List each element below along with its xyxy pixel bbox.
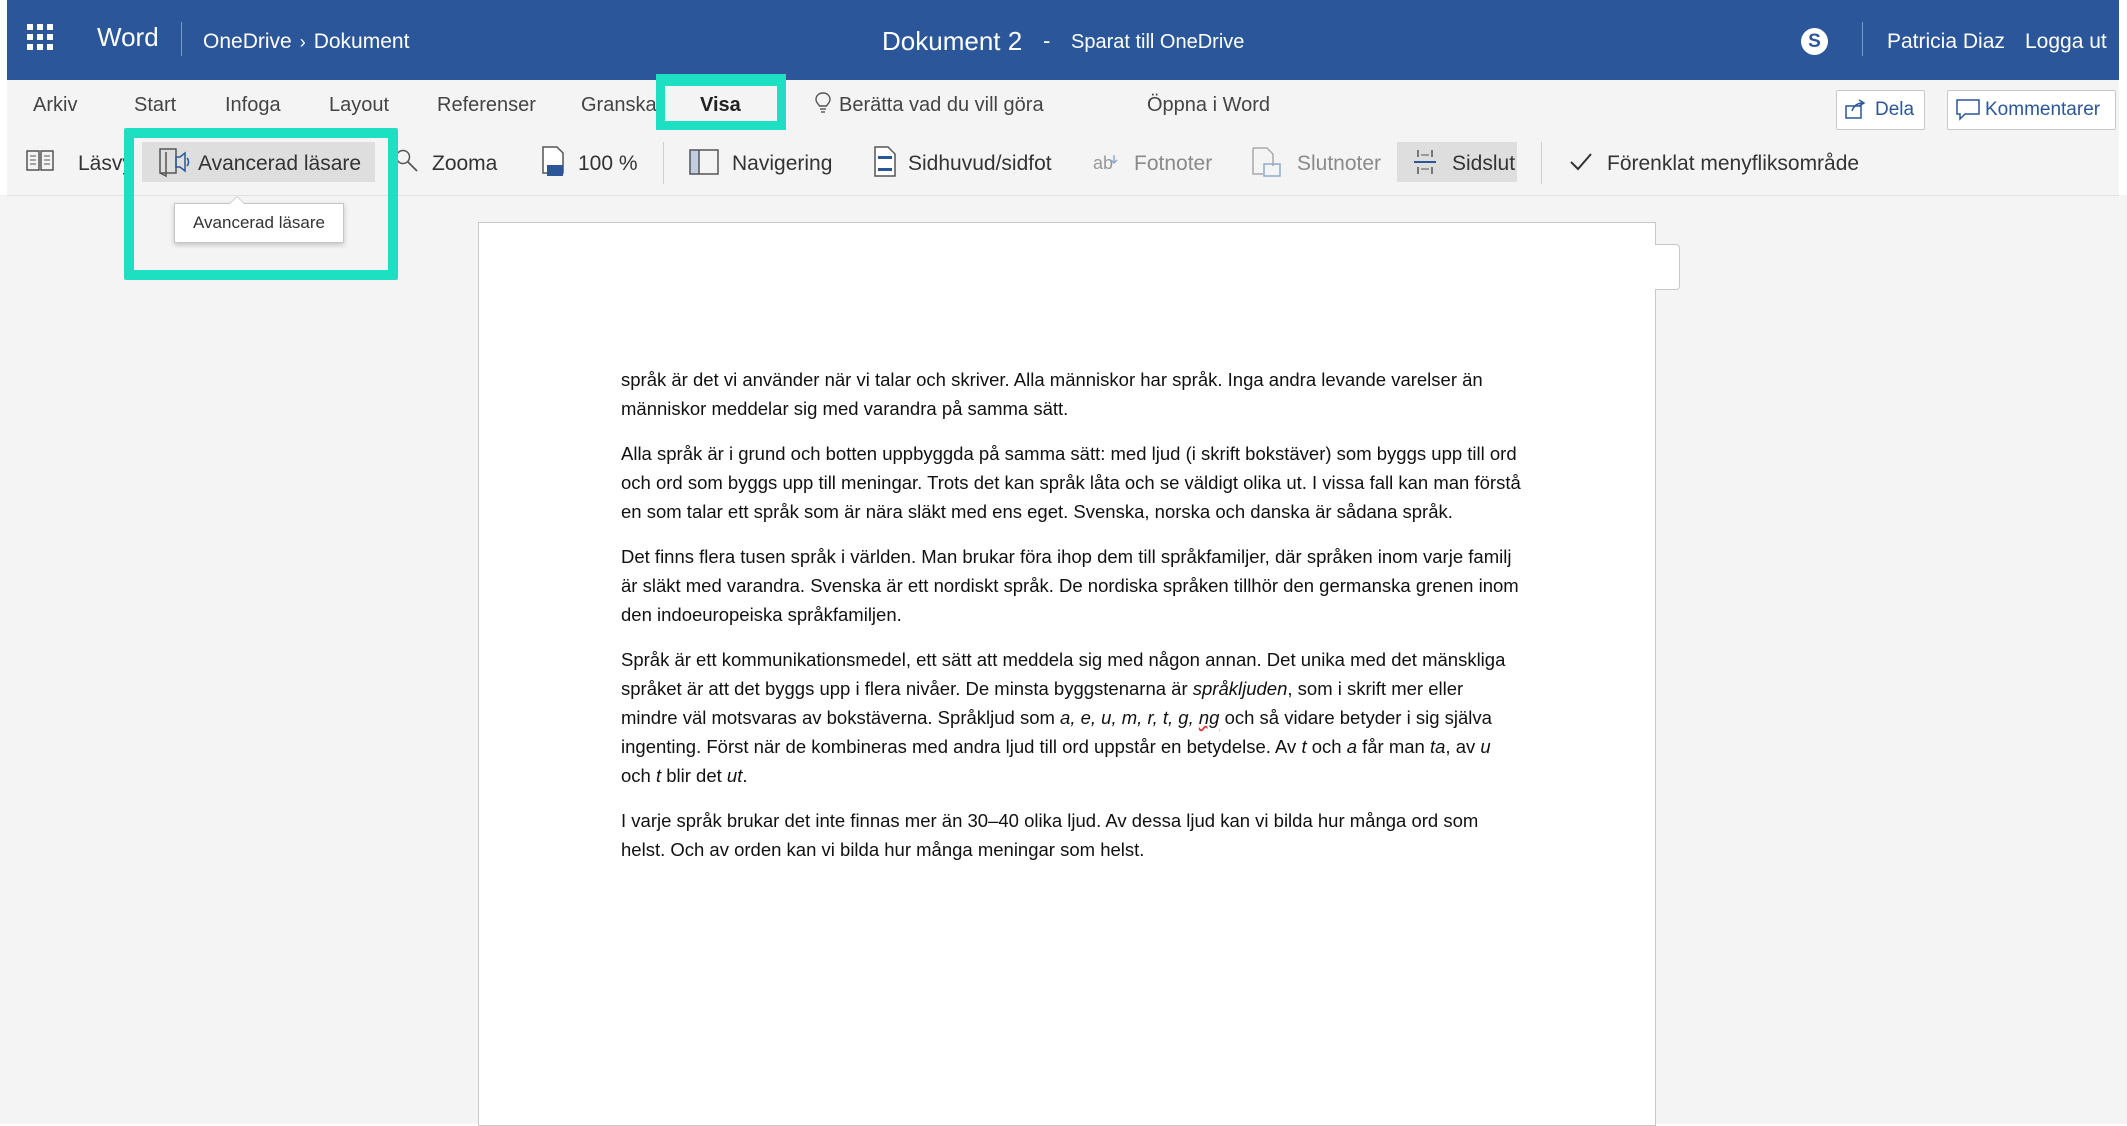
logout-link[interactable]: Logga ut [2025, 30, 2107, 54]
app-launcher-icon[interactable] [27, 24, 55, 52]
tab-granska[interactable]: Granska [581, 94, 657, 117]
italic-term: ta [1429, 736, 1446, 757]
italic-term: u [1480, 736, 1491, 757]
document-body[interactable]: språk är det vi använder när vi talar oc… [621, 365, 1521, 880]
endnote-icon [1252, 147, 1281, 177]
zoom-button[interactable]: Zooma [390, 142, 510, 182]
footnotes-label: Fotnoter [1134, 152, 1213, 175]
italic-term: a [1346, 736, 1357, 757]
italic-term: språkljuden [1192, 678, 1288, 699]
paragraph: Språk är ett kommunikationsmedel, ett sä… [621, 645, 1521, 790]
highlight-visa-tab [656, 74, 786, 130]
simplified-ribbon-toggle[interactable]: Förenklat menyfliksområde [1559, 142, 1879, 182]
italic-term: a, e, u, m, r, t, g, [1060, 707, 1199, 728]
text-run: , av [1445, 736, 1481, 757]
zoom-label: Zooma [432, 152, 498, 175]
comment-icon [1956, 99, 1980, 121]
paragraph: Alla språk är i grund och botten uppbygg… [621, 443, 1521, 522]
save-status: Sparat till OneDrive [1071, 31, 1245, 53]
endnotes-label: Slutnoter [1297, 152, 1382, 175]
page-100-icon [542, 146, 564, 176]
comments-label: Kommentarer [1985, 99, 2101, 120]
header-footer-label: Sidhuvud/sidfot [908, 152, 1052, 175]
header-footer-icon [874, 146, 896, 177]
magnifier-icon [395, 149, 418, 172]
tab-arkiv[interactable]: Arkiv [33, 94, 77, 117]
user-name[interactable]: Patricia Diaz [1887, 30, 2005, 54]
text-run: och [1306, 736, 1347, 757]
tab-referenser[interactable]: Referenser [437, 94, 536, 117]
divider [181, 22, 182, 56]
document-title[interactable]: Dokument 2 [882, 26, 1022, 57]
italic-term: ut [726, 765, 743, 786]
app-name[interactable]: Word [97, 22, 159, 53]
checkmark-icon [1570, 153, 1592, 171]
page-edge-tab [1655, 244, 1680, 290]
reading-view-button[interactable]: Läsvy [20, 142, 133, 182]
book-icon [26, 150, 54, 171]
share-button[interactable]: Dela [1836, 90, 1925, 130]
menu-tabs: Arkiv Start Infoga Layout Referenser Gra… [7, 80, 2119, 130]
paragraph: språk är det vi använder när vi talar oc… [621, 369, 1483, 419]
tab-start[interactable]: Start [134, 94, 176, 117]
tab-layout[interactable]: Layout [329, 94, 389, 117]
header-footer-button[interactable]: Sidhuvud/sidfot [865, 142, 1075, 182]
lightbulb-icon [815, 92, 831, 113]
ribbon-divider [663, 142, 664, 184]
divider [1862, 22, 1863, 56]
tell-me-search[interactable]: Berätta vad du vill göra [839, 94, 1044, 117]
zoom-100-label: 100 % [578, 152, 638, 175]
navigation-label: Navigering [732, 152, 833, 175]
simplified-ribbon-label: Förenklat menyfliksområde [1607, 152, 1860, 175]
ribbon-divider [1541, 142, 1542, 184]
text-run: och [621, 765, 656, 786]
tab-infoga[interactable]: Infoga [225, 94, 281, 117]
open-in-word-link[interactable]: Öppna i Word [1147, 94, 1270, 117]
title-bar: Word OneDrive › Dokument Dokument 2 - Spar… [7, 0, 2119, 80]
chevron-right-icon: › [299, 32, 306, 52]
text-run: får man [1356, 736, 1430, 757]
highlight-immersive-reader [124, 128, 398, 280]
paragraph: Det finns flera tusen språk i världen. M… [621, 546, 1519, 625]
navigation-pane-icon [689, 149, 719, 175]
breadcrumb: OneDrive › Dokument [203, 30, 409, 54]
zoom-100-button[interactable]: 100 % [535, 142, 655, 182]
breadcrumb-dokument[interactable]: Dokument [314, 30, 410, 54]
footnotes-button[interactable]: ab Fotnoter [1087, 142, 1232, 182]
page-break-button[interactable]: Sidslut [1397, 142, 1517, 182]
share-label: Dela [1875, 99, 1915, 120]
comments-button[interactable]: Kommentarer [1947, 90, 2116, 130]
page-break-label: Sidslut [1452, 152, 1516, 175]
share-icon [1845, 99, 1866, 119]
text-run: . [742, 765, 748, 786]
title-separator: - [1043, 28, 1051, 53]
spelling-flagged-word: ng [1198, 707, 1220, 728]
navigation-button[interactable]: Navigering [679, 142, 849, 182]
endnotes-button[interactable]: Slutnoter [1244, 142, 1400, 182]
footnote-icon: ab [1093, 153, 1118, 173]
page-break-icon [1414, 150, 1436, 174]
svg-text:ab: ab [1093, 153, 1113, 173]
breadcrumb-onedrive[interactable]: OneDrive [203, 30, 292, 54]
skype-icon[interactable]: S [1801, 28, 1828, 55]
paragraph: I varje språk brukar det inte finnas mer… [621, 810, 1479, 860]
text-run: blir det [661, 765, 727, 786]
